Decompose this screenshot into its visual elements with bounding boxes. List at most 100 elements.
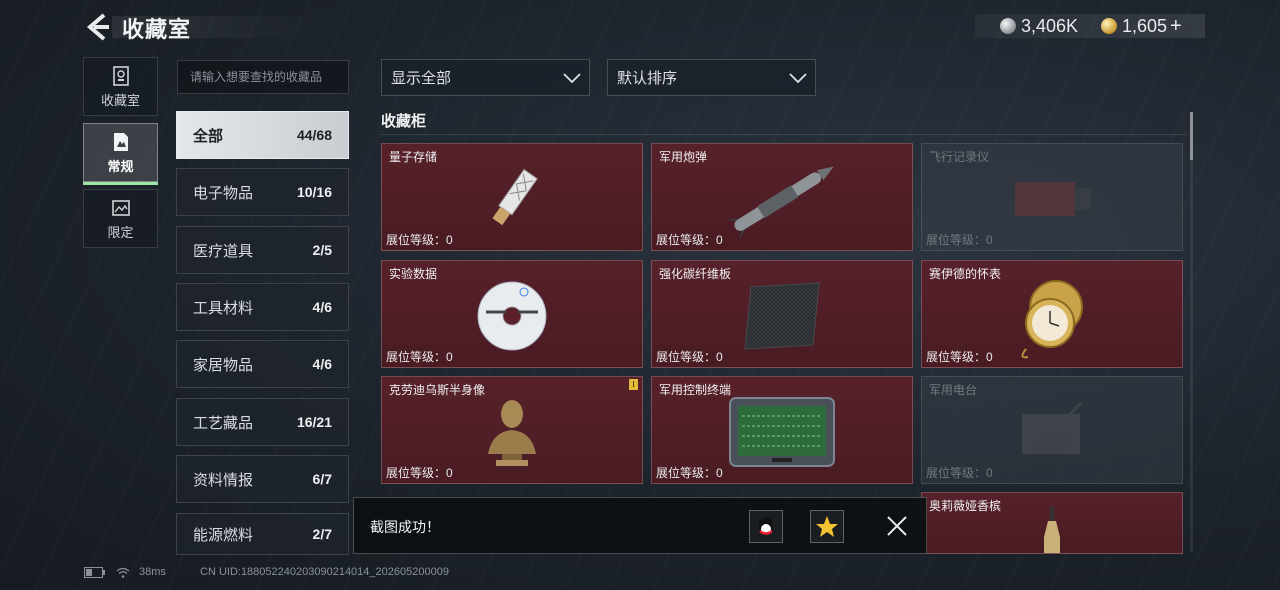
- section-title: 收藏柜: [381, 113, 427, 130]
- filter-label: 能源燃料: [193, 526, 254, 544]
- item-level: 展位等级：0: [386, 466, 453, 480]
- item-card-locked[interactable]: 军用电台 展位等级：0: [921, 376, 1183, 484]
- item-level: 展位等级：0: [656, 350, 723, 364]
- filter-count: 2/5: [312, 242, 332, 258]
- battery-icon: [84, 566, 105, 578]
- filter-count: 16/21: [296, 414, 332, 430]
- filter-crafts[interactable]: 工艺藏品 16/21: [176, 398, 349, 446]
- item-level: 展位等级：0: [926, 233, 993, 247]
- dropdown-value: 显示全部: [391, 70, 452, 87]
- filter-energy[interactable]: 能源燃料 2/7: [176, 513, 349, 555]
- item-card[interactable]: 奥莉薇娅香槟: [921, 492, 1183, 554]
- filter-intel[interactable]: 资料情报 6/7: [176, 455, 349, 503]
- item-card[interactable]: 强化碳纤维板 展位等级：0: [651, 260, 913, 368]
- filter-all[interactable]: 全部 44/68: [176, 111, 349, 159]
- item-name: 军用电台: [929, 383, 978, 397]
- sort-dropdown[interactable]: 默认排序: [607, 59, 816, 96]
- dropdown-value: 默认排序: [617, 70, 678, 87]
- missile-icon: [722, 166, 834, 240]
- item-name: 军用炮弹: [659, 150, 708, 164]
- control-terminal-icon: [729, 397, 835, 468]
- item-card[interactable]: 实验数据 展位等级：0: [381, 260, 643, 368]
- wifi-icon: [116, 567, 130, 578]
- item-card-locked[interactable]: 飞行记录仪 展位等级：0: [921, 143, 1183, 251]
- military-radio-icon: [1022, 402, 1083, 455]
- item-card[interactable]: 军用控制终端 展位等级：0: [651, 376, 913, 484]
- close-icon[interactable]: [885, 514, 909, 538]
- item-name: 军用控制终端: [659, 383, 732, 397]
- scrollbar-thumb[interactable]: [1190, 112, 1193, 160]
- filter-label: 家居物品: [193, 356, 254, 374]
- item-name: 实验数据: [389, 267, 438, 281]
- top-bar: 收藏室 3,406K 1,605 +: [0, 0, 1280, 54]
- item-name: 飞行记录仪: [929, 150, 990, 164]
- limited-icon: [111, 200, 130, 216]
- collection-room-icon: [112, 66, 129, 86]
- bust-statue-icon: [488, 400, 536, 467]
- category-limited[interactable]: 限定: [83, 189, 158, 248]
- category-label: 收藏室: [100, 93, 140, 108]
- currency-gold: 1,605 +: [1101, 14, 1182, 38]
- toast-message: 截图成功！: [370, 519, 440, 535]
- carbon-plate-icon: [744, 282, 820, 350]
- divider: [381, 134, 1187, 135]
- add-currency-button[interactable]: +: [1170, 15, 1182, 38]
- item-name: 强化碳纤维板: [659, 267, 732, 281]
- filter-count: 4/6: [312, 299, 332, 315]
- screenshot-toast: 截图成功！: [353, 497, 927, 554]
- gold-amount: 1,605: [1122, 15, 1168, 36]
- category-label: 限定: [107, 225, 134, 240]
- category-collection-room[interactable]: 收藏室: [83, 57, 158, 116]
- back-arrow-icon[interactable]: [82, 12, 112, 42]
- item-card[interactable]: 量子存储 展位等级：0: [381, 143, 643, 251]
- regular-icon: [113, 133, 128, 151]
- search-input[interactable]: [177, 60, 349, 94]
- ping-value: 38ms: [139, 566, 166, 578]
- data-disc-icon: [477, 281, 547, 351]
- item-level: 展位等级：0: [656, 233, 723, 247]
- item-name: 奥莉薇娅香槟: [929, 499, 1002, 513]
- category-regular[interactable]: 常规: [83, 123, 158, 185]
- item-name: 量子存储: [389, 150, 438, 164]
- filter-tools[interactable]: 工具材料 4/6: [176, 283, 349, 331]
- flight-recorder-icon: [1015, 182, 1091, 217]
- filter-label: 工具材料: [193, 299, 254, 317]
- filter-electronics[interactable]: 电子物品 10/16: [176, 168, 349, 216]
- user-uid: CN UID:188052240203090214014_20260520000…: [200, 566, 449, 578]
- item-level: 展位等级：0: [656, 466, 723, 480]
- share-qq-button[interactable]: [749, 510, 783, 543]
- item-level: 展位等级：0: [386, 233, 453, 247]
- filter-count: 10/16: [296, 184, 332, 200]
- chevron-down-icon: [563, 72, 581, 83]
- filter-medical[interactable]: 医疗道具 2/5: [176, 226, 349, 274]
- filter-label: 全部: [193, 127, 224, 145]
- pocket-watch-icon: [1021, 280, 1083, 359]
- filter-count: 4/6: [312, 356, 332, 372]
- category-label: 常规: [107, 159, 134, 174]
- chevron-down-icon: [789, 72, 807, 83]
- qzone-star-icon: [816, 516, 838, 537]
- qq-penguin-icon: [759, 517, 773, 535]
- silver-amount: 3,406K: [1021, 15, 1079, 36]
- item-card[interactable]: 克劳迪乌斯半身像 展位等级：0: [381, 376, 643, 484]
- item-level: 展位等级：0: [386, 350, 453, 364]
- silver-coin-icon: [1000, 18, 1016, 34]
- usb-drive-icon: [492, 169, 538, 226]
- champagne-bottle-icon: [1044, 507, 1060, 553]
- item-level: 展位等级：0: [926, 350, 993, 364]
- status-bar: 38ms: [84, 566, 166, 578]
- filter-count: 6/7: [312, 471, 332, 487]
- item-card[interactable]: 赛伊德的怀表 展位等级：0: [921, 260, 1183, 368]
- display-filter-dropdown[interactable]: 显示全部: [381, 59, 590, 96]
- new-badge-icon: [629, 379, 638, 390]
- filter-household[interactable]: 家居物品 4/6: [176, 340, 349, 388]
- gold-coin-icon: [1101, 18, 1117, 34]
- filter-label: 资料情报: [193, 471, 254, 489]
- item-name: 赛伊德的怀表: [929, 267, 1002, 281]
- scrollbar-track[interactable]: [1190, 112, 1193, 552]
- item-card[interactable]: 军用炮弹 展位等级：0: [651, 143, 913, 251]
- share-qzone-button[interactable]: [810, 510, 844, 543]
- item-name: 克劳迪乌斯半身像: [389, 383, 486, 397]
- filter-count: 44/68: [296, 127, 332, 143]
- filter-label: 医疗道具: [193, 242, 254, 260]
